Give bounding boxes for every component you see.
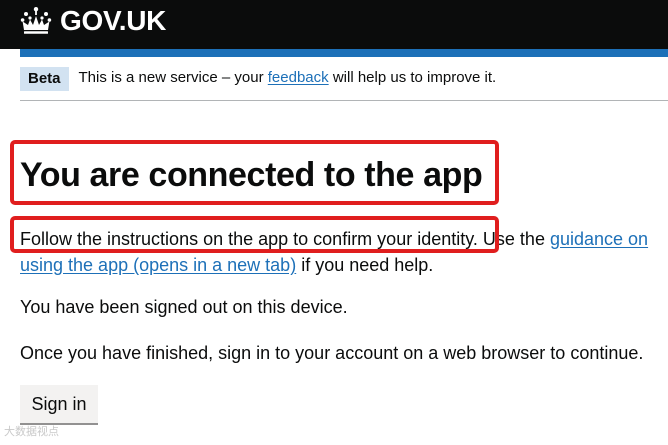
- header-blue-bar: [20, 49, 668, 57]
- instructions-end-text: if you need help.: [301, 255, 434, 275]
- finished-text: Once you have finished, sign in to your …: [20, 343, 644, 363]
- logo-text: GOV.UK: [60, 5, 167, 36]
- watermark: 大数据视点: [4, 426, 59, 438]
- beta-tag: Beta: [20, 67, 69, 91]
- phase-text-before: This is a new service – your: [78, 69, 264, 86]
- feedback-link[interactable]: feedback: [268, 69, 329, 86]
- phase-banner: Beta This is a new service – your feedba…: [20, 63, 668, 101]
- page-title: You are connected to the app: [20, 156, 483, 194]
- instructions-mid-text: Use the: [482, 229, 545, 249]
- sign-in-button[interactable]: Sign in: [20, 385, 98, 423]
- govuk-header: GOV.UK: [0, 0, 668, 49]
- govuk-logo-link[interactable]: GOV.UK: [20, 5, 166, 37]
- crown-icon: [20, 7, 52, 34]
- instructions-paragraph: Follow the instructions on the app to co…: [20, 226, 650, 278]
- instructions-highlighted-text: Follow the instructions on the app to co…: [20, 229, 478, 249]
- phase-text-after: will help us to improve it.: [332, 69, 497, 86]
- signed-out-text: You have been signed out on this device.: [20, 297, 348, 317]
- phase-banner-text: This is a new service – your feedback wi…: [79, 68, 497, 88]
